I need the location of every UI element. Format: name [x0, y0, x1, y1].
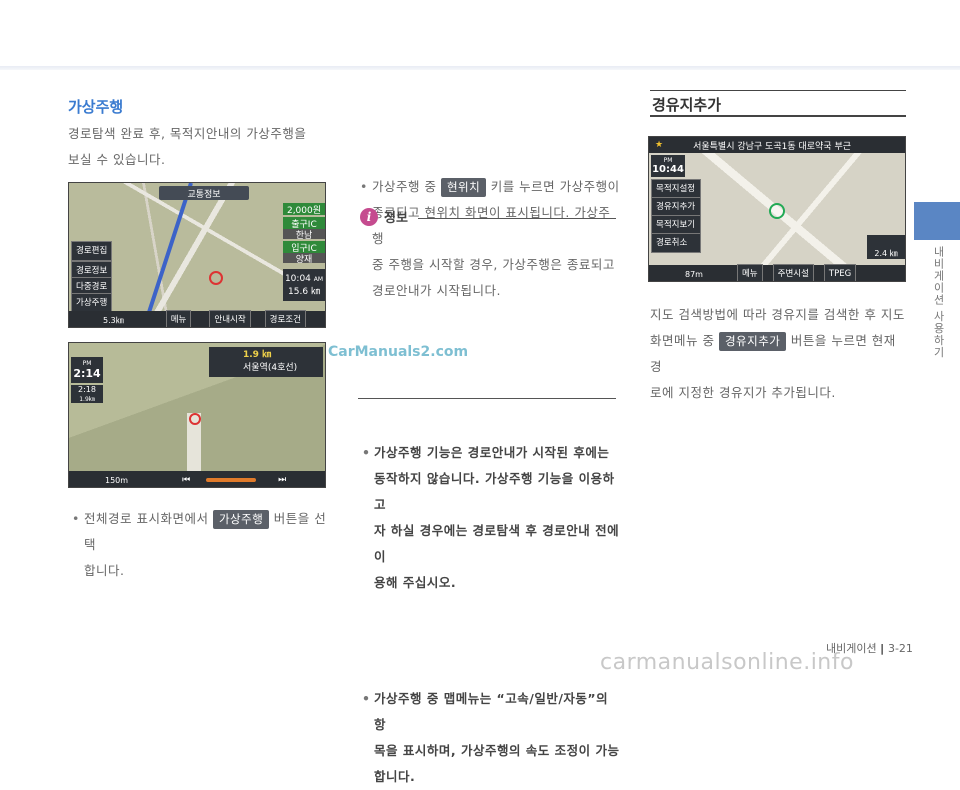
map-scale: 5.3㎞	[103, 315, 124, 325]
clock-time: 10:44	[652, 164, 684, 175]
page-number: 3-21	[887, 642, 913, 655]
middle-bullet: 가상주행 중 현위치 키를 누르면 가상주행이 종료되고 현위치 화면이 표시됩…	[360, 174, 620, 304]
menu-set-destination[interactable]: 목적지설정	[651, 179, 701, 199]
chapter-tab	[914, 202, 960, 240]
speed-slider[interactable]	[206, 478, 257, 482]
intro-line-1: 경로탐색 완료 후, 목적지안내의 가상주행을	[68, 126, 307, 141]
menu-view-destination[interactable]: 목적지보기	[651, 215, 701, 235]
route-condition-button[interactable]: 경로조건	[264, 310, 306, 327]
menu-add-waypoint[interactable]: 경유지추가	[651, 197, 701, 217]
bottom-toolbar: 87m 메뉴 주변시설 TPEG	[649, 264, 905, 281]
next-turn-panel: 1.9 ㎞ 서울역(4호선)	[209, 347, 323, 377]
waypoint-heading: 경유지추가	[652, 96, 722, 114]
watermark: CarManuals2.com	[328, 344, 469, 360]
add-waypoint-chip: 경유지추가	[718, 332, 787, 351]
location-text: 서울특별시 강남구 도곡1동 대로약국 부근	[693, 141, 852, 152]
toll-fee: 2,000원	[283, 203, 325, 216]
entry-ic-sub: 양재	[283, 253, 325, 265]
info-title: 정보	[384, 211, 408, 226]
virtual-drive-heading: 가상주행	[68, 98, 124, 116]
info-icon: i	[360, 207, 378, 226]
tpeg-button[interactable]: TPEG	[823, 264, 857, 281]
rewind-icon[interactable]: ⏮	[182, 475, 190, 485]
waypoint-line1: 지도 검색방법에 따라 경유지를 검색한 후 지도	[650, 307, 905, 322]
eta-distance: 1.9㎞	[79, 396, 95, 403]
left-bullet: 전체경로 표시화면에서 가상주행 버튼을 선택 합니다.	[72, 506, 338, 584]
station-name: 서울역(4호선)	[243, 363, 298, 373]
left-bullet-pre: 전체경로 표시화면에서	[84, 511, 209, 526]
intro-line-2: 보실 수 있습니다.	[68, 152, 166, 167]
current-location-chip: 현위치	[440, 178, 487, 197]
info2-line3: 합니다.	[374, 769, 416, 784]
info-header: i 정보	[360, 207, 408, 226]
clock-label: PM	[663, 157, 673, 164]
chapter-tab-label: 내비게이션 사용하기	[932, 246, 945, 359]
menu-route-edit[interactable]: 경로편집	[71, 241, 113, 261]
left-bullet-line2: 합니다.	[84, 563, 125, 578]
position-marker	[189, 413, 201, 425]
info-bullet-2: 가상주행 중 맵메뉴는 “고속/일반/자동”의 항 목을 표시하며, 가상주행의…	[362, 686, 620, 790]
bottom-toolbar: 150m ⏮ ⏭	[69, 471, 325, 487]
bottom-toolbar: 5.3㎞ 메뉴 안내시작 경로조건	[69, 310, 325, 327]
info1-line1: 가상주행 기능은 경로안내가 시작된 후에는	[374, 445, 610, 460]
eta-box: 2:18 1.9㎞	[71, 385, 103, 403]
menu-button[interactable]: 메뉴	[165, 310, 192, 327]
location-bar: ★ 서울특별시 강남구 도곡1동 대로약국 부근	[649, 137, 905, 153]
mid-b1-line4: 경로안내가 시작됩니다.	[372, 283, 501, 298]
info1-line3: 자 하실 경우에는 경로탐색 후 경로안내 전에 이	[374, 523, 620, 564]
nearby-button[interactable]: 주변시설	[772, 264, 814, 281]
eta-box: 10:04 AM 15.6 ㎞	[283, 269, 325, 301]
clock-box: PM 2:14	[71, 357, 103, 383]
info1-line2: 동작하지 않습니다. 가상주행 기능을 이용하고	[374, 471, 615, 512]
menu-button[interactable]: 메뉴	[736, 264, 763, 281]
info1-line4: 용해 주십시오.	[374, 575, 457, 590]
position-marker	[209, 271, 223, 285]
clock-label: PM	[82, 360, 92, 367]
menu-virtual-drive[interactable]: 가상주행	[71, 293, 113, 313]
left-column: 가상주행 경로탐색 완료 후, 목적지안내의 가상주행을 보실 수 있습니다.	[68, 96, 338, 173]
distance-value: 2.4 ㎞	[874, 249, 898, 258]
map-scale: 87m	[685, 269, 703, 279]
start-guidance-button[interactable]: 안내시작	[209, 310, 251, 327]
waypoint-line2-pre: 화면메뉴 중	[650, 333, 715, 348]
distance-box: 2.4 ㎞	[867, 235, 905, 259]
info2-line2: 목을 표시하며, 가상주행의 속도 조정이 가능	[374, 743, 620, 758]
clock-time: 2:14	[73, 367, 101, 380]
info2-line1: 가상주행 중 맵메뉴는 “고속/일반/자동”의 항	[374, 691, 609, 732]
mid-b1-pre: 가상주행 중	[372, 179, 437, 194]
star-icon[interactable]: ★	[655, 140, 663, 150]
mid-b1-post: 키를 누르면 가상주행이	[490, 179, 620, 194]
clock-box: PM 10:44	[651, 155, 685, 177]
cursor-marker	[769, 203, 785, 219]
heading-top-rule	[650, 90, 906, 91]
eta-time: 2:18	[78, 385, 96, 394]
traffic-info-title: 교통정보	[159, 186, 249, 200]
eta-time: 10:04	[284, 273, 311, 284]
exit-ic-sub: 한남	[283, 229, 325, 241]
waypoint-description: 지도 검색방법에 따라 경유지를 검색한 후 지도 화면메뉴 중 경유지추가 버…	[650, 302, 908, 406]
virtual-drive-screenshot: PM 2:14 2:18 1.9㎞ 1.9 ㎞ 서울역(4호선) 150m ⏮ …	[68, 342, 326, 488]
fast-forward-icon[interactable]: ⏭	[278, 475, 286, 485]
heading-bottom-rule	[650, 115, 906, 117]
map-scale: 150m	[105, 475, 129, 485]
waypoint-line3: 로에 지정한 경유지가 추가됩니다.	[650, 385, 836, 400]
info-bottom-rule	[358, 398, 616, 399]
remaining-distance: 15.6 ㎞	[288, 286, 320, 297]
route-overview-screenshot: 교통정보 경로편집 경로정보 다중경로 가상주행 2,000원 출구IC 한남 …	[68, 182, 326, 328]
eta-ampm: AM	[313, 275, 324, 283]
virtual-drive-chip: 가상주행	[212, 510, 270, 529]
info-bullet-1: 가상주행 기능은 경로안내가 시작된 후에는 동작하지 않습니다. 가상주행 기…	[362, 440, 620, 596]
info-rule	[418, 218, 616, 219]
top-divider	[0, 66, 960, 70]
menu-cancel-route[interactable]: 경로취소	[651, 233, 701, 253]
next-turn-distance: 1.9 ㎞	[243, 350, 272, 360]
footer-watermark: carmanualsonline.info	[600, 650, 854, 675]
mid-b1-line3: 중 주행을 시작할 경우, 가상주행은 종료되고	[372, 257, 615, 272]
waypoint-screenshot: ★ 서울특별시 강남구 도곡1동 대로약국 부근 PM 10:44 목적지설정 …	[648, 136, 906, 282]
